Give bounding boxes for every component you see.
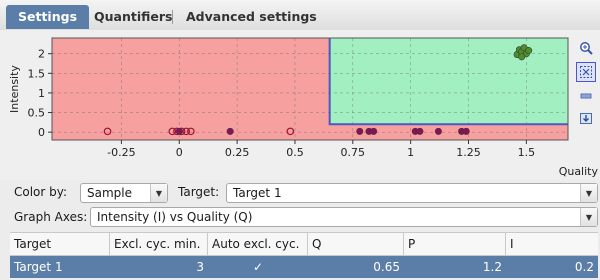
- graph-axes-row: Graph Axes:: [14, 210, 87, 224]
- tab-separator: [172, 10, 173, 24]
- x-tick-label: 1.25: [456, 146, 481, 159]
- x-tick-label: 0.25: [225, 146, 250, 159]
- chevron-down-icon: ▼: [150, 184, 167, 202]
- color-by-select[interactable]: Sample ▼: [80, 183, 168, 203]
- graph-axes-label: Graph Axes:: [14, 210, 88, 224]
- y-tick-label: 1.5: [28, 67, 46, 80]
- x-tick-label: 0.75: [341, 146, 366, 159]
- included-region: [329, 38, 568, 125]
- cell-i[interactable]: 0.2: [506, 256, 598, 278]
- chevron-down-icon: ▼: [580, 208, 597, 226]
- x-tick-label: 0.5: [286, 146, 304, 159]
- tab-bar: Settings Quantifiers Advanced settings: [0, 0, 600, 31]
- y-tick-label: 2: [38, 48, 45, 61]
- tab-advanced-settings[interactable]: Advanced settings: [174, 5, 329, 29]
- cell-p[interactable]: 1.2: [404, 256, 506, 278]
- graph-axes-select[interactable]: Intensity (I) vs Quality (Q) ▼: [90, 207, 598, 227]
- cell-target: Target 1: [14, 260, 63, 274]
- col-auto-excl-cyc[interactable]: Auto excl. cyc.: [208, 233, 308, 255]
- tab-quantifiers[interactable]: Quantifiers: [82, 5, 184, 29]
- data-point: [356, 127, 364, 135]
- quality-intensity-plot[interactable]: -0.25 0 0.25 0.5 0.75 1 1.25 1.5 0 0.5 1 1.5 2 Intens…: [0, 30, 600, 180]
- plot-panel: -0.25 0 0.25 0.5 0.75 1 1.25 1.5 0 0.5 1 1.5 2 Intens…: [0, 30, 600, 180]
- y-axis-label: Intensity: [8, 65, 21, 113]
- col-p[interactable]: P: [404, 233, 506, 255]
- data-point: [226, 127, 234, 135]
- zoom-in-icon[interactable]: [576, 38, 596, 58]
- target-value: Target 1: [233, 186, 282, 200]
- target-label: Target:: [178, 185, 220, 199]
- x-tick-label: 1: [407, 146, 414, 159]
- graph-axes-value: Intensity (I) vs Quality (Q): [97, 210, 253, 224]
- x-tick-label: -0.25: [107, 146, 135, 159]
- cell-q[interactable]: 0.65: [308, 256, 404, 278]
- data-point: [434, 127, 442, 135]
- cell-excl-cyc-min[interactable]: 3: [110, 256, 208, 278]
- target-select[interactable]: Target 1 ▼: [226, 183, 598, 203]
- data-point: [416, 127, 424, 135]
- color-by-value: Sample: [87, 186, 132, 200]
- target-row: Target:: [178, 185, 219, 199]
- export-icon[interactable]: [576, 108, 596, 128]
- select-region-icon[interactable]: [576, 62, 596, 82]
- checkmark-icon[interactable]: ✓: [208, 256, 308, 278]
- x-tick-label: 0: [176, 146, 183, 159]
- minus-icon[interactable]: [576, 86, 596, 106]
- table-row[interactable]: Target 1 3 ✓ 0.65 1.2 0.2: [10, 256, 598, 278]
- data-point: [370, 127, 378, 135]
- x-tick-label: 1.5: [518, 146, 536, 159]
- y-tick-label: 0: [38, 126, 45, 139]
- col-i[interactable]: I: [506, 233, 598, 255]
- data-point: [518, 53, 526, 61]
- data-point: [175, 127, 183, 135]
- color-by-label: Color by:: [14, 185, 68, 199]
- col-excl-cyc-min[interactable]: Excl. cyc. min.: [110, 233, 208, 255]
- table-header: Target Excl. cyc. min. Auto excl. cyc. Q…: [10, 232, 598, 256]
- data-point: [462, 127, 470, 135]
- color-by-row: Color by:: [14, 185, 67, 199]
- tab-settings[interactable]: Settings: [6, 5, 90, 29]
- threshold-table: Target Excl. cyc. min. Auto excl. cyc. Q…: [10, 232, 598, 278]
- y-tick-label: 0.5: [28, 107, 46, 120]
- y-tick-label: 1: [38, 87, 45, 100]
- col-target[interactable]: Target: [10, 233, 110, 255]
- x-axis-label: Quality: [559, 165, 599, 178]
- data-point: [525, 47, 533, 55]
- col-q[interactable]: Q: [308, 233, 404, 255]
- chevron-down-icon: ▼: [580, 184, 597, 202]
